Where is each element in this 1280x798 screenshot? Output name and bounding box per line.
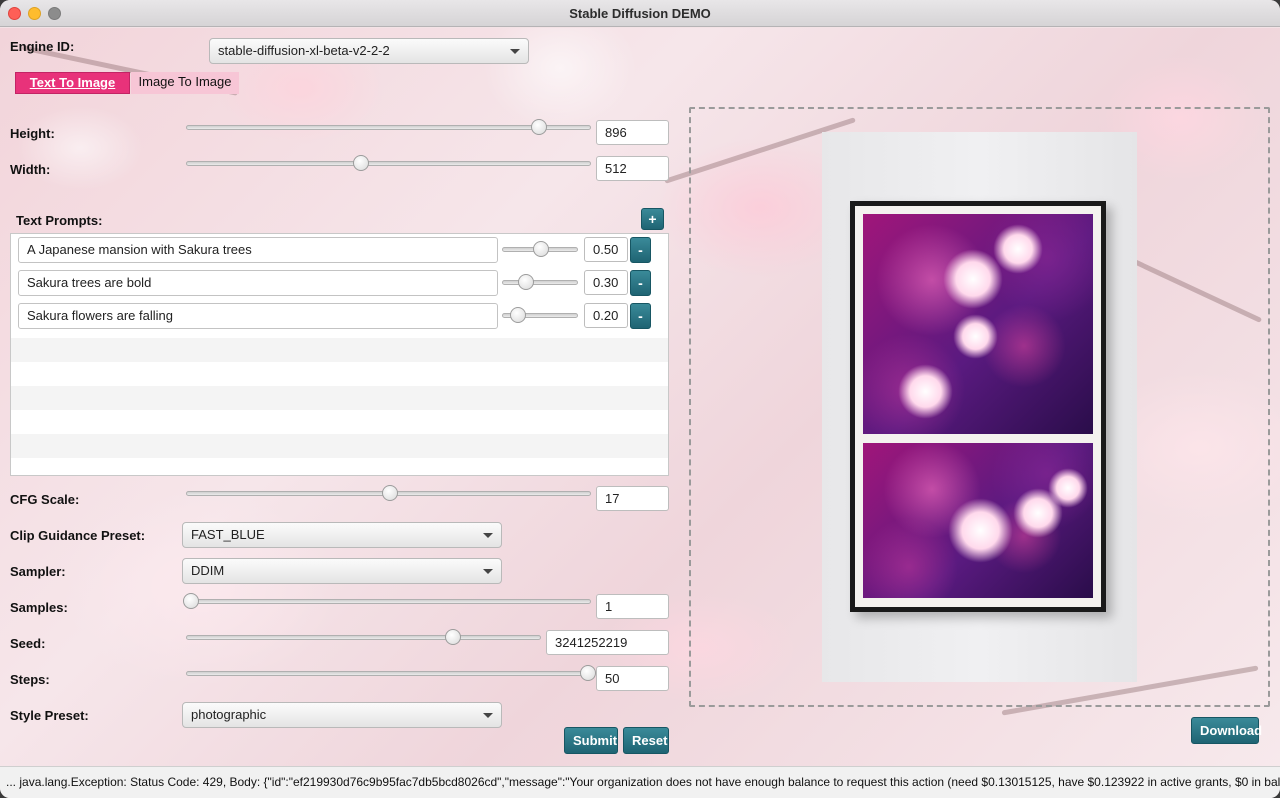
remove-prompt-button[interactable]: - [630,303,651,329]
add-prompt-button[interactable]: + [641,208,664,230]
minimize-window-button[interactable] [28,7,41,20]
cfg-scale-label: CFG Scale: [10,492,80,507]
blossom [898,364,953,419]
cfg-scale-slider-thumb[interactable] [381,485,398,501]
close-window-button[interactable] [8,7,21,20]
app-window: Stable Diffusion DEMO Engine ID: stable-… [0,0,1280,798]
engine-label: Engine ID: [10,39,75,54]
tab-text-to-image[interactable]: Text To Image [15,72,130,94]
empty-row [11,338,668,362]
prompt-weight-slider-thumb[interactable] [517,274,534,290]
remove-prompt-button[interactable]: - [630,270,651,296]
maximize-window-button[interactable] [48,7,61,20]
prompt-text-input[interactable]: Sakura trees are bold [18,270,498,296]
status-bar: ... java.lang.Exception: Status Code: 42… [0,766,1280,798]
status-message: java.lang.Exception: Status Code: 429, B… [19,775,1280,789]
seed-slider-thumb[interactable] [445,629,462,645]
blossom [993,224,1043,274]
steps-slider-thumb[interactable] [580,665,596,681]
prompt-weight-input[interactable]: 0.30 [584,270,628,295]
frame-mat [855,206,1101,607]
remove-prompt-button[interactable]: - [630,237,651,263]
cfg-scale-slider[interactable] [186,485,591,501]
style-preset-select[interactable]: photographic [182,702,502,728]
text-prompts-label: Text Prompts: [16,213,103,228]
seed-label: Seed: [10,636,46,651]
chevron-down-icon [483,713,493,718]
prompt-text-input[interactable]: Sakura flowers are falling [18,303,498,329]
blossom [948,498,1013,563]
width-label: Width: [10,162,51,177]
height-slider[interactable] [186,119,591,135]
download-button[interactable]: Download [1191,717,1262,744]
prompt-weight-slider-thumb[interactable] [533,241,549,257]
clip-guidance-select[interactable]: FAST_BLUE [182,522,502,548]
prompt-weight-slider-thumb[interactable] [510,307,527,323]
width-slider[interactable] [186,155,591,171]
samples-label: Samples: [10,600,68,615]
prompt-text-input[interactable]: A Japanese mansion with Sakura trees [18,237,498,263]
image-pane-bottom [863,443,1093,598]
window-title: Stable Diffusion DEMO [569,6,711,21]
prompt-weight-input[interactable]: 0.50 [584,237,628,262]
steps-input[interactable]: 50 [596,666,669,691]
empty-row [11,434,668,458]
prompt-weight-slider[interactable] [502,241,578,257]
title-bar: Stable Diffusion DEMO [0,0,1280,27]
prompt-row: A Japanese mansion with Sakura trees 0.5… [11,234,668,267]
image-pane-top [863,214,1093,434]
samples-slider[interactable] [183,593,591,609]
sampler-label: Sampler: [10,564,66,579]
main-content: Engine ID: stable-diffusion-xl-beta-v2-2… [0,28,1280,766]
tab-image-to-image[interactable]: Image To Image [131,72,239,94]
generated-image-frame [850,201,1106,612]
chevron-down-icon [510,49,520,54]
prompt-row: Sakura flowers are falling 0.20 - [11,300,668,333]
engine-select-value: stable-diffusion-xl-beta-v2-2-2 [218,43,390,58]
clip-guidance-value: FAST_BLUE [191,527,265,542]
reset-button[interactable]: Reset [623,727,669,754]
seed-slider[interactable] [186,629,541,645]
status-prefix: ... [6,775,17,789]
submit-button[interactable]: Submit [564,727,618,754]
blossom [953,314,998,359]
sampler-value: DDIM [191,563,225,578]
clip-guidance-label: Clip Guidance Preset: [10,528,146,543]
chevron-down-icon [483,569,493,574]
cfg-scale-input[interactable]: 17 [596,486,669,511]
prompt-weight-input[interactable]: 0.20 [584,303,628,328]
style-preset-value: photographic [191,707,267,722]
sampler-select[interactable]: DDIM [182,558,502,584]
samples-slider-thumb[interactable] [183,593,199,609]
width-input[interactable]: 512 [596,156,669,181]
prompt-weight-slider[interactable] [502,274,578,290]
steps-slider[interactable] [186,665,596,681]
height-slider-thumb[interactable] [531,119,548,135]
samples-input[interactable]: 1 [596,594,669,619]
seed-input[interactable]: 3241252219 [546,630,669,655]
style-preset-label: Style Preset: [10,708,89,723]
prompt-row: Sakura trees are bold 0.30 - [11,267,668,300]
width-slider-thumb[interactable] [353,155,370,171]
chevron-down-icon [483,533,493,538]
height-input[interactable]: 896 [596,120,669,145]
height-label: Height: [10,126,55,141]
prompt-weight-slider[interactable] [502,307,578,323]
engine-select[interactable]: stable-diffusion-xl-beta-v2-2-2 [209,38,529,64]
prompt-list: A Japanese mansion with Sakura trees 0.5… [10,233,669,476]
steps-label: Steps: [10,672,50,687]
empty-row [11,386,668,410]
blossom [1048,468,1088,508]
